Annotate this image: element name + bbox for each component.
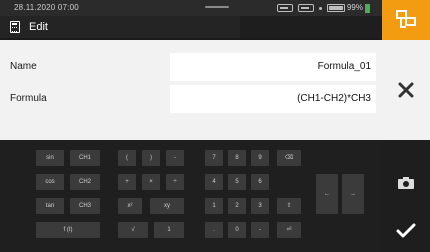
enter-key[interactable]: ⏎ [277, 222, 301, 238]
status-bar: 28.11.2020 07:00 99% [0, 0, 382, 16]
key-minus[interactable]: - [166, 150, 184, 166]
cursor-left-key[interactable]: ← [316, 174, 338, 214]
status-datetime: 28.11.2020 07:00 [14, 3, 79, 12]
drag-handle[interactable] [205, 6, 229, 8]
name-field[interactable]: Formula_01 [170, 53, 376, 81]
key-ch2[interactable]: CH2 [70, 174, 100, 190]
device-icon [276, 4, 293, 12]
key-multiply[interactable]: × [142, 174, 160, 190]
key-tan[interactable]: tan [36, 198, 64, 214]
formula-label: Formula [10, 93, 47, 104]
battery-icon [326, 4, 345, 12]
right-sidebar [382, 0, 430, 252]
key-ch1[interactable]: CH1 [70, 150, 100, 166]
key-negative[interactable]: - [251, 222, 269, 238]
key-square[interactable]: x² [118, 198, 142, 214]
formula-field[interactable]: (CH1-CH2)*CH3 [170, 85, 376, 113]
cursor-right-key[interactable]: → [342, 174, 364, 214]
formula-row: Formula (CH1-CH2)*CH3 [0, 85, 382, 113]
battery: 99% [326, 0, 370, 16]
key-plus[interactable]: + [118, 174, 136, 190]
formula-icon [396, 10, 416, 28]
close-icon [398, 82, 414, 98]
dot-icon [318, 6, 322, 10]
page-title: Edit [29, 21, 48, 33]
key-2[interactable]: 2 [228, 198, 246, 214]
key-power[interactable]: xy [150, 198, 184, 214]
name-row: Name Formula_01 [0, 53, 382, 81]
key-decimal[interactable]: . [205, 222, 223, 238]
shift-key[interactable]: ⇧ [277, 198, 301, 214]
name-label: Name [10, 61, 37, 72]
camera-button[interactable] [382, 165, 430, 201]
device-icon [297, 4, 314, 12]
charging-icon [365, 3, 370, 13]
key-1[interactable]: 1 [205, 198, 223, 214]
title-bar: Edit [0, 16, 240, 38]
key-7[interactable]: 7 [205, 150, 223, 166]
key-cos[interactable]: cos [36, 174, 64, 190]
key-0[interactable]: 0 [228, 222, 246, 238]
formula-keyboard: sin CH1 ( ) - 7 8 9 ⌫ cos CH2 + × ÷ 4 5 … [0, 140, 382, 252]
key-6[interactable]: 6 [251, 174, 269, 190]
key-function-t[interactable]: f (t) [36, 222, 100, 238]
key-ch3[interactable]: CH3 [70, 198, 100, 214]
key-4[interactable]: 4 [205, 174, 223, 190]
battery-percent: 99% [346, 3, 363, 12]
edit-form: Name Formula_01 Formula (CH1-CH2)*CH3 [0, 40, 382, 140]
close-button[interactable] [382, 40, 430, 140]
formula-button[interactable] [382, 0, 430, 40]
key-9[interactable]: 9 [251, 150, 269, 166]
calculator-icon [10, 21, 20, 33]
status-icons: 99% [276, 0, 370, 16]
key-8[interactable]: 8 [228, 150, 246, 166]
backspace-key[interactable]: ⌫ [277, 150, 301, 166]
key-sqrt[interactable]: √ [118, 222, 148, 238]
key-5[interactable]: 5 [228, 174, 246, 190]
key-open-paren[interactable]: ( [118, 150, 136, 166]
camera-icon [398, 177, 414, 189]
key-close-paren[interactable]: ) [142, 150, 160, 166]
key-1-alt[interactable]: 1 [154, 222, 184, 238]
title-bar-spacer [240, 16, 382, 38]
key-3[interactable]: 3 [251, 198, 269, 214]
key-sin[interactable]: sin [36, 150, 64, 166]
key-divide[interactable]: ÷ [166, 174, 184, 190]
confirm-button[interactable] [382, 210, 430, 252]
checkmark-icon [396, 223, 416, 238]
